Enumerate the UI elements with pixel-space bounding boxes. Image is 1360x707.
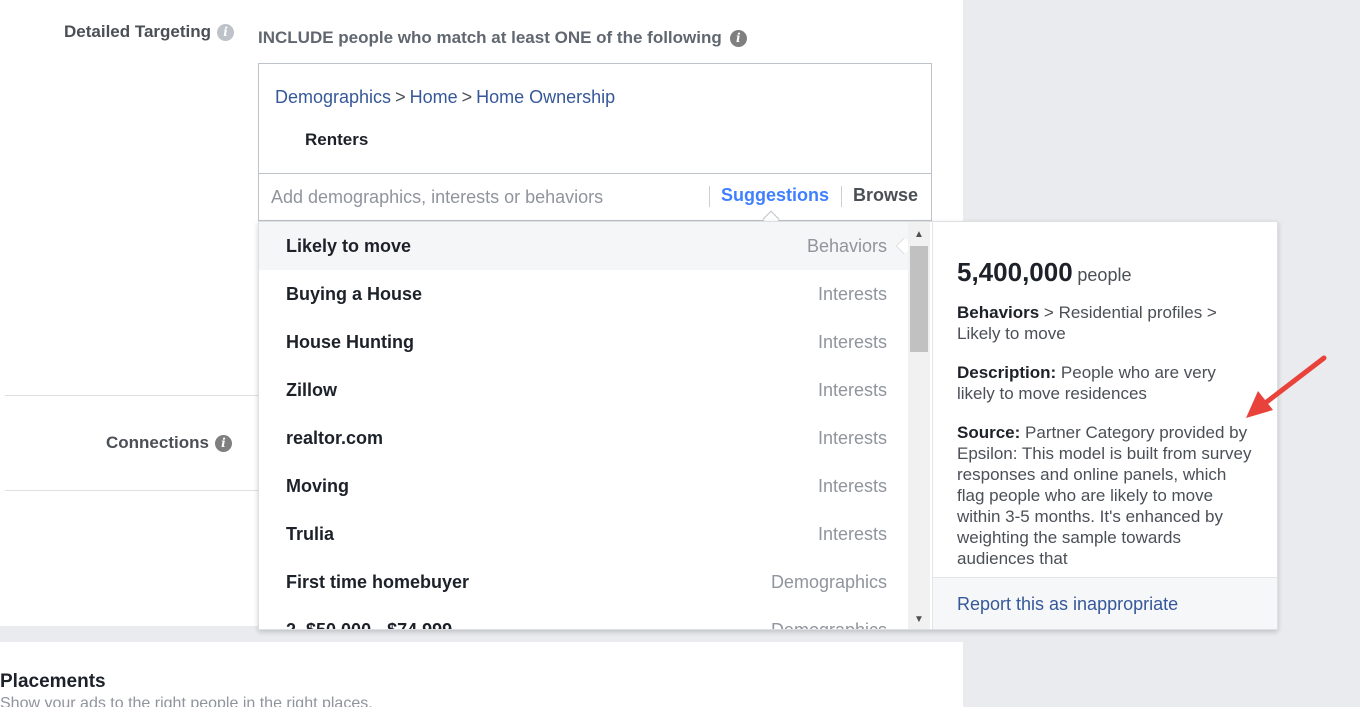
list-item[interactable]: 2. $50,000 - $74,999 Demographics [259,606,908,630]
scroll-down-icon[interactable]: ▼ [908,610,930,628]
suggestion-category: Demographics [770,619,887,630]
detail-path: Behaviors > Residential profiles > Likel… [957,302,1252,344]
source-text: Partner Category provided by Epsilon: Th… [957,423,1252,568]
list-item[interactable]: Trulia Interests [259,510,908,558]
list-item[interactable]: Buying a House Interests [259,270,908,318]
detail-pointer-icon [895,237,908,255]
source-label: Source: [957,423,1021,442]
list-scrollbar[interactable]: ▲ ▼ [908,222,930,629]
suggestion-name: 2. $50,000 - $74,999 [286,619,453,630]
suggestion-category: Interests [817,427,887,448]
tab-divider [841,186,842,207]
breadcrumb: Demographics > Home > Home Ownership [275,87,615,108]
suggestion-category: Behaviors [806,235,887,256]
suggestion-category: Interests [817,283,887,304]
suggestion-name: Buying a House [286,283,423,304]
detail-body: 5,400,000 people Behaviors > Residential… [957,262,1252,574]
placements-title: Placements [0,671,106,692]
audience-size-number: 5,400,000 [957,262,1073,287]
annotation-arrow-icon [1246,355,1327,418]
detail-source: Source: Partner Category provided by Eps… [957,422,1252,569]
section-divider [5,395,258,396]
tab-divider [709,186,710,207]
suggestion-name: realtor.com [286,427,384,448]
detailed-targeting-label: Detailed Targeting i [64,22,235,42]
list-item[interactable]: Zillow Interests [259,366,908,414]
placements-subtitle: Show your ads to the right people in the… [0,695,373,707]
breadcrumb-separator: > [395,87,406,107]
suggestion-name: Moving [286,475,349,496]
suggestion-category: Interests [817,475,887,496]
tab-browse[interactable]: Browse [853,185,918,206]
tab-suggestions[interactable]: Suggestions [721,185,829,206]
placements-section: Placements Show your ads to the right pe… [0,642,963,707]
suggestion-category: Demographics [770,571,887,592]
list-item[interactable]: realtor.com Interests [259,414,908,462]
include-header: INCLUDE people who match at least ONE of… [258,28,747,48]
suggestion-name: House Hunting [286,331,414,352]
report-bar: Report this as inappropriate [933,577,1277,629]
targeting-search-input[interactable] [260,175,700,219]
list-item[interactable]: Moving Interests [259,462,908,510]
section-divider [5,490,258,491]
scroll-thumb[interactable] [910,246,928,352]
list-item[interactable]: Likely to move Behaviors [259,222,908,270]
selected-targeting-box: Demographics > Home > Home Ownership Renters [258,63,932,173]
suggestion-name: Zillow [286,379,337,400]
audience-size-unit: people [1077,265,1132,285]
detail-path-label: Behaviors [957,303,1040,322]
report-inappropriate-link[interactable]: Report this as inappropriate [957,594,1178,615]
scroll-up-icon[interactable]: ▲ [908,225,930,243]
breadcrumb-home-ownership[interactable]: Home Ownership [476,87,615,107]
info-icon[interactable]: i [217,23,235,41]
selected-target-renters[interactable]: Renters [305,130,368,150]
connections-label: Connections i [106,433,232,453]
breadcrumb-demographics[interactable]: Demographics [275,87,391,107]
suggestion-name: First time homebuyer [286,571,470,592]
breadcrumb-separator: > [461,87,473,107]
info-icon[interactable]: i [214,434,232,452]
suggestion-name: Trulia [286,523,335,544]
suggestions-list: Likely to move Behaviors Buying a House … [259,222,908,630]
suggestion-category: Interests [817,331,887,352]
audience-size: 5,400,000 people [957,262,1252,286]
targeting-search-bar: Suggestions Browse [258,173,932,228]
list-item[interactable]: House Hunting Interests [259,318,908,366]
suggestion-detail-panel: 5,400,000 people Behaviors > Residential… [932,222,1277,629]
breadcrumb-home[interactable]: Home [410,87,458,107]
info-icon[interactable]: i [729,29,747,47]
detail-description: Description: People who are very likely … [957,362,1252,404]
list-item[interactable]: First time homebuyer Demographics [259,558,908,606]
suggestion-name: Likely to move [286,235,412,256]
suggestion-category: Interests [817,379,887,400]
description-label: Description: [957,363,1057,382]
suggestions-dropdown: Likely to move Behaviors Buying a House … [258,221,1278,630]
suggestion-category: Interests [817,523,887,544]
